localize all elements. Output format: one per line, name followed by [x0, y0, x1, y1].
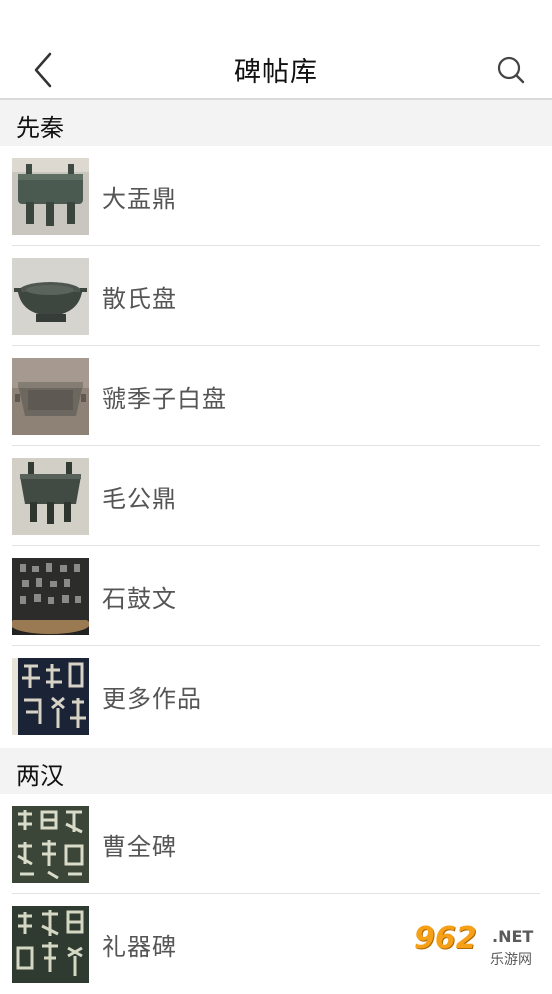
list-item[interactable]: 散氏盘 [0, 246, 552, 346]
section-header-lianghan: 两汉 [0, 748, 552, 794]
bronze-basin-icon [12, 258, 89, 335]
list-item[interactable]: 大盂鼎 [0, 146, 552, 246]
list-item-label: 更多作品 [102, 685, 202, 713]
list-item-label: 礼器碑 [102, 933, 177, 961]
list-item-label: 散氏盘 [102, 285, 177, 313]
list-item-label: 大盂鼎 [102, 185, 177, 213]
top-bar: 碑帖库 [0, 0, 552, 100]
list-item[interactable]: 虢季子白盘 [0, 346, 552, 446]
list-item-label: 曹全碑 [102, 833, 177, 861]
watermark-number: 962 [414, 921, 477, 956]
section-title: 两汉 [16, 762, 64, 790]
page-title: 碑帖库 [234, 57, 318, 88]
list-item[interactable]: 更多作品 [0, 646, 552, 746]
list-item[interactable]: 曹全碑 [0, 794, 552, 894]
bronze-ding-icon [12, 458, 89, 535]
list-item-label: 虢季子白盘 [102, 385, 227, 413]
list-item-label: 毛公鼎 [102, 485, 177, 513]
stele-rubbing-icon [12, 906, 89, 983]
calligraphy-rubbing-icon [12, 658, 89, 735]
list-item[interactable]: 石鼓文 [0, 546, 552, 646]
watermark-logo: 962 .NET 乐游网 [414, 919, 544, 975]
bronze-ding-icon [12, 158, 89, 235]
watermark-domain: .NET [492, 927, 534, 946]
bronze-tray-icon [12, 358, 89, 435]
list-item-label: 石鼓文 [102, 585, 177, 613]
stone-drum-icon [12, 558, 89, 635]
section-header-xianqin: 先秦 [0, 100, 552, 146]
list-item[interactable]: 毛公鼎 [0, 446, 552, 546]
watermark-subtitle: 乐游网 [490, 952, 532, 968]
search-icon [497, 56, 525, 84]
search-button[interactable] [492, 52, 532, 88]
stele-rubbing-icon [12, 806, 89, 883]
section-title: 先秦 [16, 114, 64, 142]
